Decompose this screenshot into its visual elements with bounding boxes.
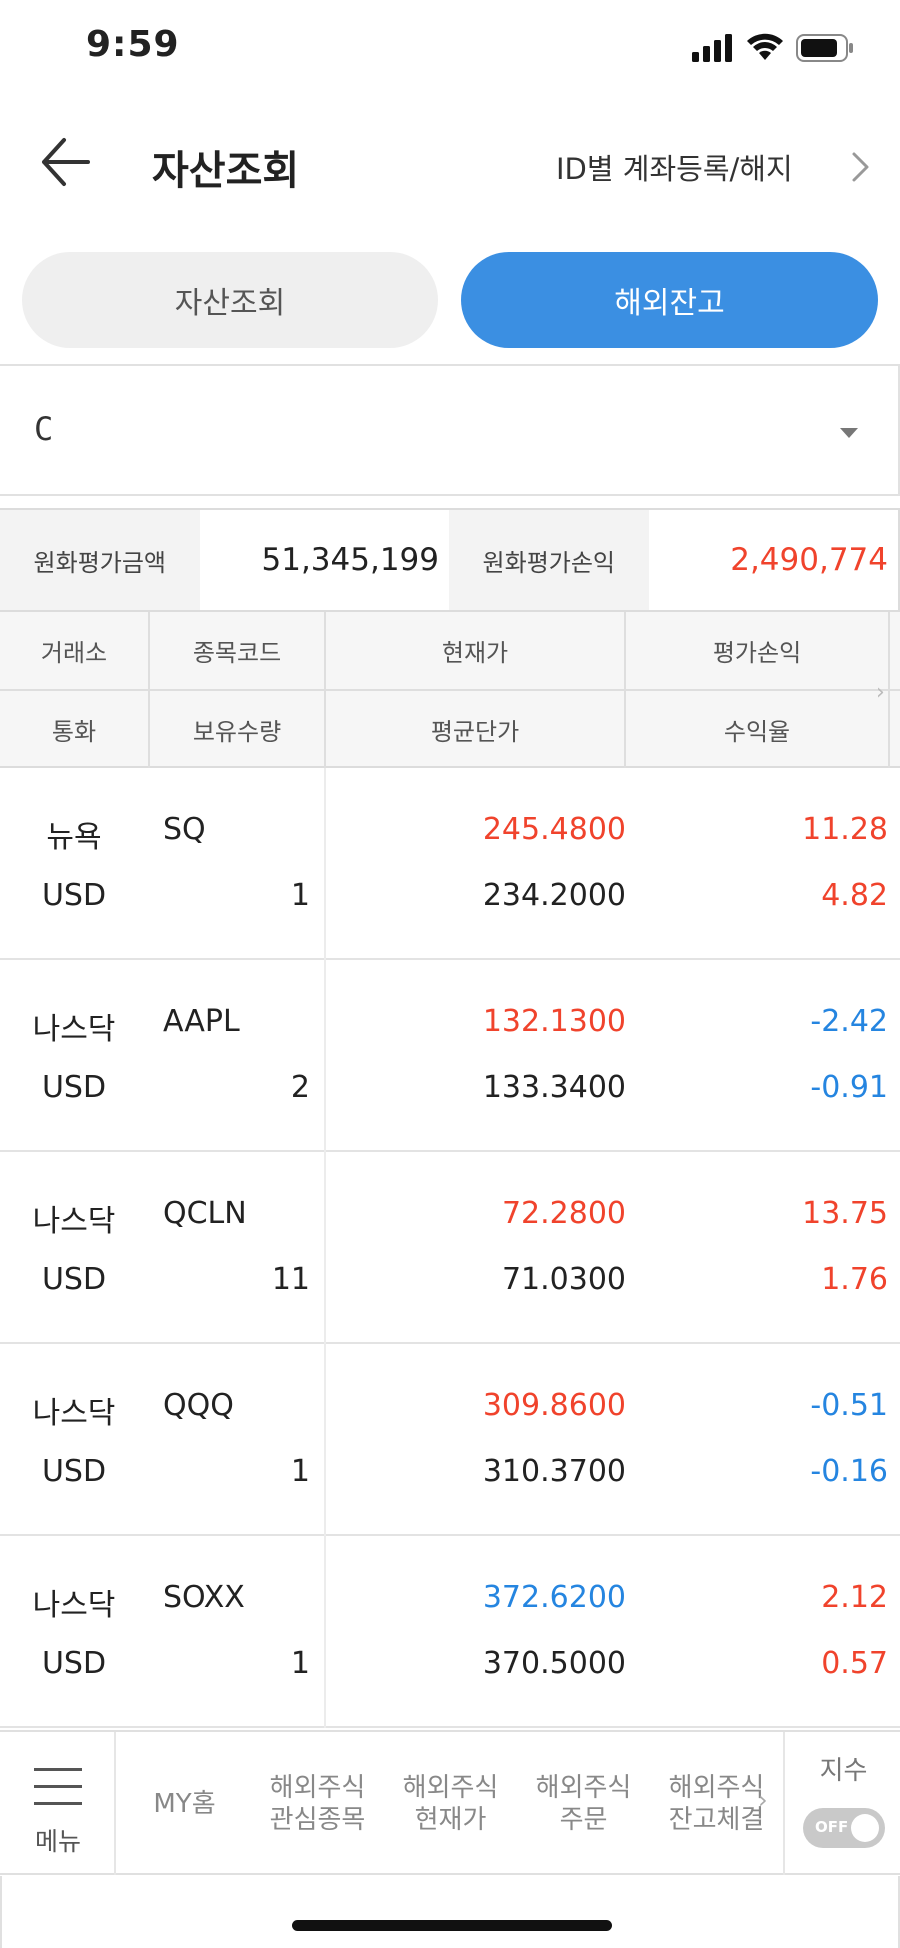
row-price: 372.6200 (482, 1580, 626, 1615)
row-currency: USD (41, 1646, 107, 1681)
row-avg: 71.0300 (501, 1262, 626, 1297)
dropdown-caret-icon (840, 428, 858, 438)
hamburger-icon (34, 1768, 82, 1808)
row-exchange: 나스닥 (32, 1396, 116, 1431)
row-currency: USD (41, 1262, 107, 1297)
summary-row: 원화평가금액 51,345,199 원화평가손익 2,490,774 (0, 508, 900, 612)
index-label: 지수 (819, 1756, 868, 1786)
row-avg: 370.5000 (482, 1646, 626, 1681)
app-header: 자산조회 ID별 계좌등록/해지 (0, 100, 900, 225)
cellular-signal-icon (692, 34, 732, 62)
status-time: 9:59 (86, 24, 180, 65)
col-qty: 보유수량 (192, 717, 282, 746)
tab-asset-inquiry[interactable]: 자산조회 (22, 252, 438, 348)
index-toggle[interactable]: OFF (803, 1808, 885, 1848)
col-code: 종목코드 (192, 638, 282, 667)
row-price: 309.8600 (482, 1388, 626, 1423)
table-row[interactable]: 나스닥 AAPL USD 2 132.1300 133.3400 -2.42 -… (0, 960, 900, 1152)
row-avg: 133.3400 (482, 1070, 626, 1105)
row-currency: USD (41, 1070, 107, 1105)
row-qty: 1 (290, 878, 310, 913)
nav-scroll-chevron-icon[interactable]: › (758, 1786, 768, 1814)
row-rate: 0.57 (821, 1646, 888, 1681)
row-code: SOXX (163, 1580, 245, 1615)
col-rate: 수익율 (723, 717, 791, 746)
page-title: 자산조회 (152, 148, 300, 194)
row-rate: -0.16 (810, 1454, 888, 1489)
table-row[interactable]: 나스닥 QCLN USD 11 72.2800 71.0300 13.75 1.… (0, 1152, 900, 1344)
row-rate: -0.91 (810, 1070, 888, 1105)
row-code: SQ (163, 812, 206, 847)
table-row[interactable]: 나스닥 QQQ USD 1 309.8600 310.3700 -0.51 -0… (0, 1344, 900, 1536)
row-currency: USD (41, 1454, 107, 1489)
row-currency: USD (41, 878, 107, 913)
col-avg: 평균단가 (430, 717, 520, 746)
home-indicator-area (0, 1876, 900, 1948)
row-pl: 2.12 (821, 1580, 888, 1615)
chevron-right-icon[interactable] (850, 150, 872, 184)
row-exchange: 뉴욕 (46, 820, 102, 855)
row-code: QCLN (163, 1196, 247, 1231)
row-qty: 11 (271, 1262, 310, 1297)
col-exchange: 거래소 (40, 638, 108, 667)
menu-label: 메뉴 (34, 1827, 81, 1856)
col-price: 현재가 (441, 638, 509, 667)
bottom-nav: 메뉴 MY홈 해외주식 관심종목 해외주식 현재가 해외주식 주문 해외주식 잔… (0, 1730, 900, 1875)
col-currency: 통화 (51, 717, 97, 746)
table-header: 거래소 종목코드 현재가 평가손익 통화 보유수량 평균단가 수익율 (0, 612, 900, 768)
nav-overseas-quote[interactable]: 해외주식 현재가 (384, 1732, 517, 1875)
row-code: AAPL (163, 1004, 240, 1039)
row-pl: -0.51 (810, 1388, 888, 1423)
row-pl: -2.42 (810, 1004, 888, 1039)
scroll-right-chevron-icon[interactable]: › (876, 680, 885, 705)
row-code: QQQ (163, 1388, 234, 1423)
krw-eval-amount-value: 51,345,199 (261, 542, 440, 578)
row-rate: 1.76 (821, 1262, 888, 1297)
table-row[interactable]: 나스닥 SOXX USD 1 372.6200 370.5000 2.12 0.… (0, 1536, 900, 1728)
row-rate: 4.82 (821, 878, 888, 913)
back-arrow-icon[interactable] (40, 132, 92, 192)
account-value: C (34, 410, 54, 448)
nav-overseas-order[interactable]: 해외주식 주문 (517, 1732, 650, 1875)
row-qty: 1 (290, 1454, 310, 1489)
home-indicator[interactable] (292, 1920, 612, 1931)
nav-my-home[interactable]: MY홈 (118, 1732, 251, 1875)
row-price: 72.2800 (501, 1196, 626, 1231)
table-row[interactable]: 뉴욕 SQ USD 1 245.4800 234.2000 11.28 4.82 (0, 768, 900, 960)
row-pl: 13.75 (802, 1196, 888, 1231)
row-avg: 310.3700 (482, 1454, 626, 1489)
row-price: 132.1300 (482, 1004, 626, 1039)
tab-overseas-balance[interactable]: 해외잔고 (461, 252, 878, 348)
battery-icon (796, 34, 853, 62)
row-exchange: 나스닥 (32, 1012, 116, 1047)
toggle-off-label: OFF (815, 1818, 849, 1836)
account-register-link[interactable]: ID별 계좌등록/해지 (556, 146, 793, 188)
row-price: 245.4800 (482, 812, 626, 847)
row-qty: 1 (290, 1646, 310, 1681)
col-pl: 평가손익 (712, 638, 802, 667)
row-exchange: 나스닥 (32, 1588, 116, 1623)
index-toggle-box: 지수 OFF (783, 1732, 900, 1875)
krw-eval-pl-label: 원화평가손익 (449, 510, 649, 610)
wifi-icon (747, 33, 783, 60)
holdings-list: 뉴욕 SQ USD 1 245.4800 234.2000 11.28 4.82… (0, 768, 900, 1728)
menu-button[interactable]: 메뉴 (0, 1732, 116, 1875)
account-select[interactable]: C (0, 364, 900, 496)
row-pl: 11.28 (802, 812, 888, 847)
row-exchange: 나스닥 (32, 1204, 116, 1239)
krw-eval-amount-label: 원화평가금액 (0, 510, 200, 610)
status-bar: 9:59 (0, 0, 900, 100)
krw-eval-pl-value: 2,490,774 (730, 542, 888, 578)
row-avg: 234.2000 (482, 878, 626, 913)
row-qty: 2 (290, 1070, 310, 1105)
nav-overseas-watchlist[interactable]: 해외주식 관심종목 (251, 1732, 384, 1875)
toggle-knob (851, 1814, 879, 1842)
